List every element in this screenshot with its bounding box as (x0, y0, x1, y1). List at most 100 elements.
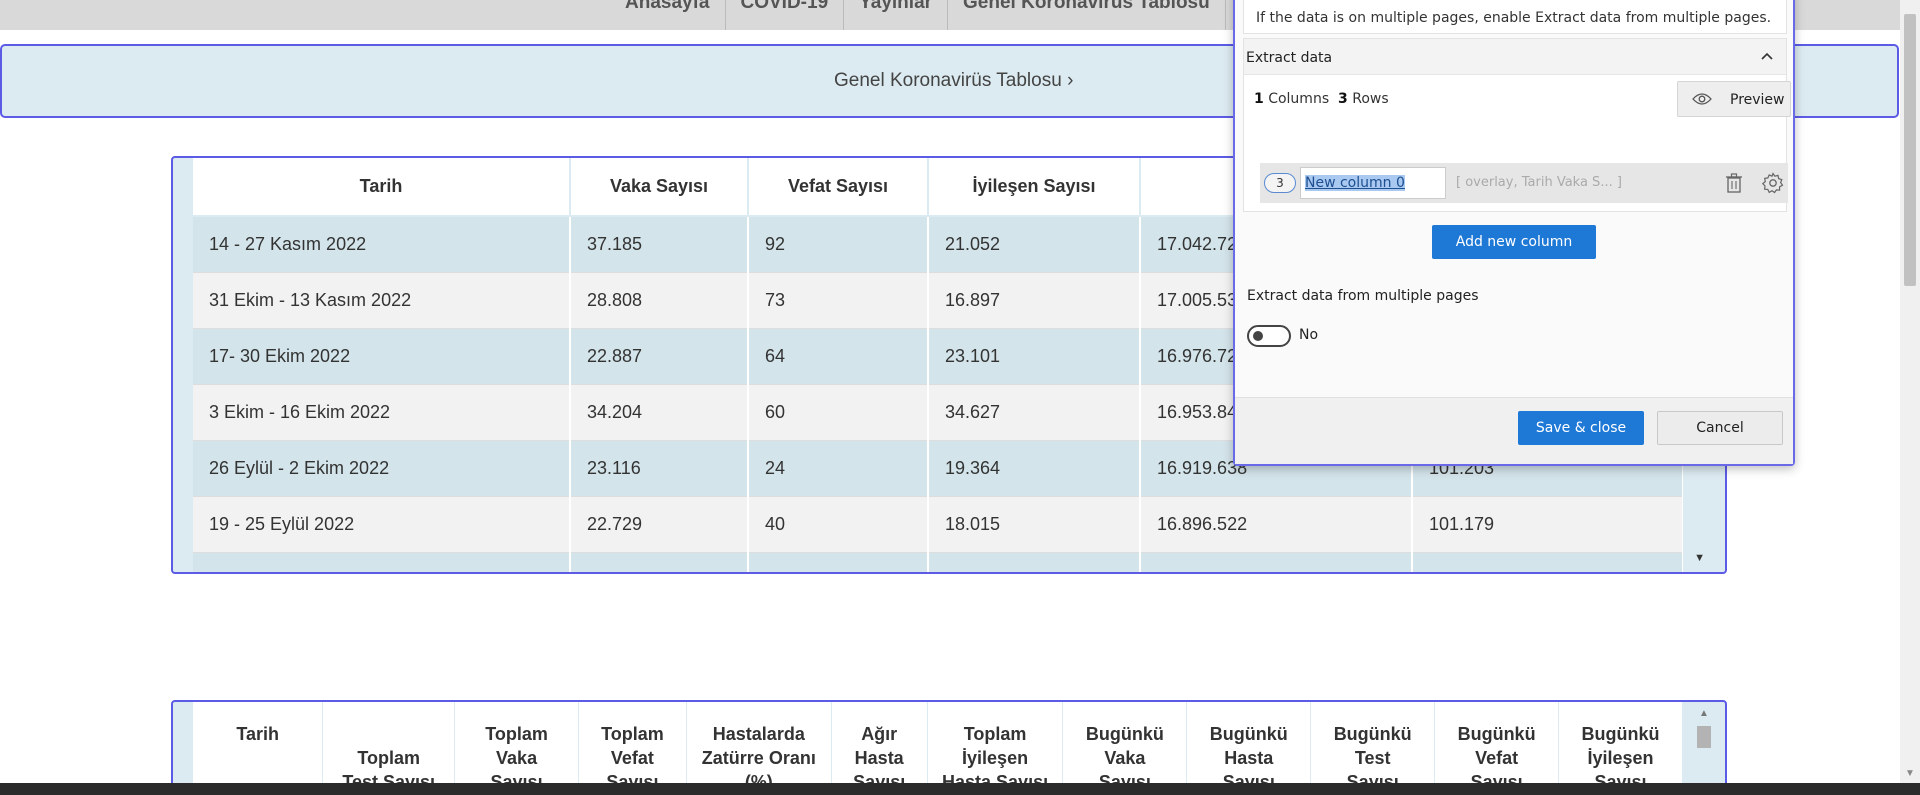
header-line: Zatürre Oranı (701, 748, 816, 768)
column-header[interactable]: Toplam Test Sayısı (322, 702, 456, 795)
table-cell: 16.897 (928, 272, 1141, 329)
column-header[interactable]: Vefat Sayısı (748, 158, 929, 217)
columns-count: 1 (1254, 91, 1264, 107)
table-cell: 31 Ekim - 13 Kasım 2022 (193, 272, 571, 329)
trash-icon[interactable] (1725, 173, 1743, 193)
table-cell: 18.015 (928, 496, 1141, 553)
header-line: İyileşen (1587, 748, 1654, 768)
header-line: Test (1354, 748, 1391, 768)
dialog-footer: Save & close Cancel (1235, 397, 1793, 464)
rows-count: 3 (1338, 91, 1348, 107)
column-header[interactable]: Toplam Vaka Sayısı (454, 702, 579, 795)
taskbar-edge (0, 783, 1920, 795)
preview-button[interactable]: Preview (1677, 81, 1791, 117)
save-close-button[interactable]: Save & close (1518, 411, 1644, 445)
banner-breadcrumb-link[interactable]: Genel Koronavirüs Tablosu › (834, 70, 1073, 92)
column-header[interactable]: Hastalarda Zatürre Oranı (%) (686, 702, 832, 795)
nav-item-genel-tablo[interactable]: Genel Koronavirüs Tablosu (948, 0, 1226, 30)
toggle-knob (1253, 331, 1263, 341)
table-row: 19 - 25 Eylül 2022 22.729 40 18.015 16.8… (193, 496, 1683, 553)
column-header[interactable]: Ağır Hasta Sayısı (831, 702, 928, 795)
table-cell: 28.808 (570, 272, 749, 329)
column-preview-text: [ overlay, Tarih Vaka S... ] (1456, 175, 1622, 190)
preview-label: Preview (1730, 92, 1785, 108)
table-cell (1140, 552, 1413, 572)
table-cell (570, 552, 749, 572)
header-line: Bugünkü (1333, 724, 1412, 744)
nav-items: Anasayfa COVID-19 Yayınlar Genel Koronav… (610, 0, 1226, 30)
columns-label: Columns (1263, 91, 1339, 107)
column-header[interactable]: Bugünkü Test Sayısı (1310, 702, 1436, 795)
table-cell: 92 (748, 216, 929, 273)
second-table-scroll-area[interactable]: Tarih Toplam Test Sayısı Toplam Vaka Sayısı… (193, 702, 1683, 795)
page-scrollbar[interactable]: ▼ (1900, 0, 1920, 783)
cancel-button[interactable]: Cancel (1657, 411, 1783, 445)
nav-item-yayinlar[interactable]: Yayınlar (844, 0, 949, 30)
table-cell (748, 552, 929, 572)
nav-item-anasayfa[interactable]: Anasayfa (610, 0, 726, 30)
page-scrollbar-thumb[interactable] (1904, 14, 1916, 286)
header-line: Vaka (1104, 748, 1146, 768)
header-line: Toplam (485, 724, 548, 744)
column-header[interactable]: İyileşen Sayısı (928, 158, 1141, 217)
header-line: Vefat (610, 748, 654, 768)
second-table: Tarih Toplam Test Sayısı Toplam Vaka Sayısı… (193, 702, 1683, 795)
column-name-input[interactable]: New column 0 (1300, 167, 1446, 199)
multi-pages-label: Extract data from multiple pages (1247, 288, 1479, 304)
columns-rows-count: 1 Columns 3 Rows (1254, 91, 1389, 107)
column-header[interactable]: Tarih (193, 158, 571, 217)
column-header[interactable]: Toplam İyileşen Hasta Sayısı (927, 702, 1064, 795)
rows-label: Rows (1347, 91, 1389, 107)
hint-box: If the data is on multiple pages, enable… (1243, 0, 1787, 34)
column-header[interactable]: Bugünkü Vefat Sayısı (1434, 702, 1560, 795)
header-line: Bugünkü (1457, 724, 1536, 744)
chevron-up-icon[interactable] (1758, 47, 1776, 65)
toggle-state-label: No (1299, 327, 1319, 343)
nav-label: Yayınlar (859, 0, 933, 13)
column-header[interactable]: Tarih (193, 702, 324, 795)
gear-icon[interactable] (1762, 172, 1784, 194)
table-cell: 3 Ekim - 16 Ekim 2022 (193, 384, 571, 441)
column-header[interactable]: Bugünkü Vaka Sayısı (1062, 702, 1188, 795)
column-header[interactable]: Bugünkü Hasta Sayısı (1186, 702, 1312, 795)
header-line: Toplam (357, 748, 421, 768)
add-new-column-button[interactable]: Add new column (1432, 225, 1596, 259)
second-table-scrollbar[interactable]: ▲ (1697, 708, 1711, 795)
page-scroll-down-icon[interactable]: ▼ (1905, 768, 1915, 779)
column-row[interactable]: 3 New column 0 [ overlay, Tarih Vaka S..… (1260, 163, 1788, 203)
table-header-row: Tarih Toplam Test Sayısı Toplam Vaka Sayısı… (193, 702, 1683, 795)
eye-icon (1692, 93, 1712, 105)
scrollbar-thumb[interactable] (1697, 726, 1711, 748)
header-line: Hasta (854, 748, 904, 768)
header-line: Ağır (861, 724, 898, 744)
table-cell (928, 552, 1141, 572)
table-cell: 17- 30 Ekim 2022 (193, 328, 571, 385)
column-header[interactable]: Vaka Sayısı (570, 158, 749, 217)
header-line: Hasta (1224, 748, 1274, 768)
table-cell: 40 (748, 496, 929, 553)
column-header[interactable]: Toplam Vefat Sayısı (578, 702, 687, 795)
nav-item-covid19[interactable]: COVID-19 (726, 0, 845, 30)
table-cell: 19.364 (928, 440, 1141, 497)
header-line: İyileşen (962, 748, 1029, 768)
header-line: Toplam (963, 724, 1027, 744)
scroll-up-arrow-icon[interactable]: ▲ (1699, 708, 1709, 719)
table-row (193, 552, 1683, 572)
scroll-down-arrow-icon[interactable]: ▼ (1694, 552, 1705, 564)
column-header[interactable]: Bugünkü İyileşen Sayısı (1558, 702, 1683, 795)
table-cell: 19 - 25 Eylül 2022 (193, 496, 571, 553)
table-cell: 37.185 (570, 216, 749, 273)
table-cell: 23.116 (570, 440, 749, 497)
nav-label: COVID-19 (740, 0, 829, 13)
table-cell: 73 (748, 272, 929, 329)
header-line: Vefat (1475, 748, 1519, 768)
table-cell: 101.179 (1412, 496, 1683, 553)
table-cell: 22.887 (570, 328, 749, 385)
second-table-container[interactable]: Tarih Toplam Test Sayısı Toplam Vaka Sayısı… (171, 700, 1727, 795)
nav-label: Genel Koronavirüs Tablosu (963, 0, 1210, 13)
column-name-text: New column 0 (1305, 175, 1405, 191)
section-header[interactable]: Extract data (1244, 39, 1786, 75)
multi-pages-toggle[interactable] (1247, 325, 1291, 347)
table-cell: 26 Eylül - 2 Ekim 2022 (193, 440, 571, 497)
table-cell: 24 (748, 440, 929, 497)
